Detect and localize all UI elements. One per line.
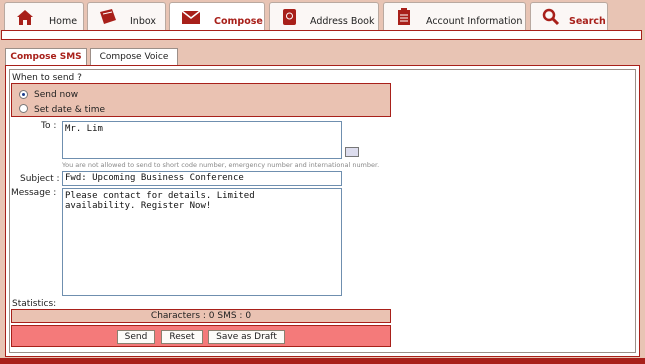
address-book-icon <box>283 9 296 25</box>
send-now-radio[interactable] <box>19 90 28 99</box>
message-label: Message : <box>11 188 57 198</box>
nav-tab-account-information[interactable]: Account Information <box>383 2 526 30</box>
nav-tab-inbox[interactable]: Inbox <box>87 2 166 30</box>
statistics-label: Statistics: <box>12 299 57 309</box>
when-to-send-label: When to send ? <box>12 73 82 83</box>
nav-tab-home[interactable]: Home <box>4 2 84 30</box>
subject-label: Subject : <box>20 174 60 184</box>
nav-tab-label: Account Information <box>426 16 523 27</box>
search-icon <box>542 8 560 26</box>
nav-subbar <box>1 30 642 40</box>
nav-tab-label: Address Book <box>310 16 375 27</box>
send-now-label: Send now <box>34 90 79 100</box>
account-info-icon <box>398 8 410 25</box>
nav-tab-address-book[interactable]: Address Book <box>269 2 379 30</box>
when-to-send-group: Send now Set date & time <box>11 83 391 117</box>
address-book-picker-icon[interactable] <box>345 147 359 157</box>
to-label: To : <box>41 121 57 131</box>
nav-tab-search[interactable]: Search <box>530 2 608 30</box>
inbox-icon <box>100 9 116 24</box>
to-field[interactable]: Mr. Lim <box>62 121 342 159</box>
action-bar: Send Reset Save as Draft <box>11 325 391 347</box>
footer-strip <box>0 358 645 364</box>
compose-icon <box>181 10 201 24</box>
nav-tab-compose[interactable]: Compose <box>169 2 265 30</box>
send-button[interactable]: Send <box>117 330 155 344</box>
message-field[interactable]: Please contact for details. Limited avai… <box>62 188 342 296</box>
reset-button[interactable]: Reset <box>161 330 203 344</box>
home-icon <box>17 10 33 25</box>
statistics-box: Characters : 0 SMS : 0 <box>11 309 391 323</box>
set-date-time-label: Set date & time <box>34 105 106 115</box>
to-restriction-note: You are not allowed to send to short cod… <box>62 161 380 169</box>
nav-tab-label: Inbox <box>130 16 156 27</box>
set-date-time-radio[interactable] <box>19 104 28 113</box>
nav-tab-label: Search <box>569 16 606 27</box>
nav-tab-label: Home <box>49 16 78 27</box>
nav-tab-label: Compose <box>214 16 263 27</box>
save-as-draft-button[interactable]: Save as Draft <box>208 330 285 344</box>
tab-compose-voice[interactable]: Compose Voice <box>90 48 178 66</box>
main-nav: Home Inbox Compose Address Book Account … <box>0 0 645 30</box>
subject-field[interactable]: Fwd: Upcoming Business Conference <box>62 171 342 186</box>
